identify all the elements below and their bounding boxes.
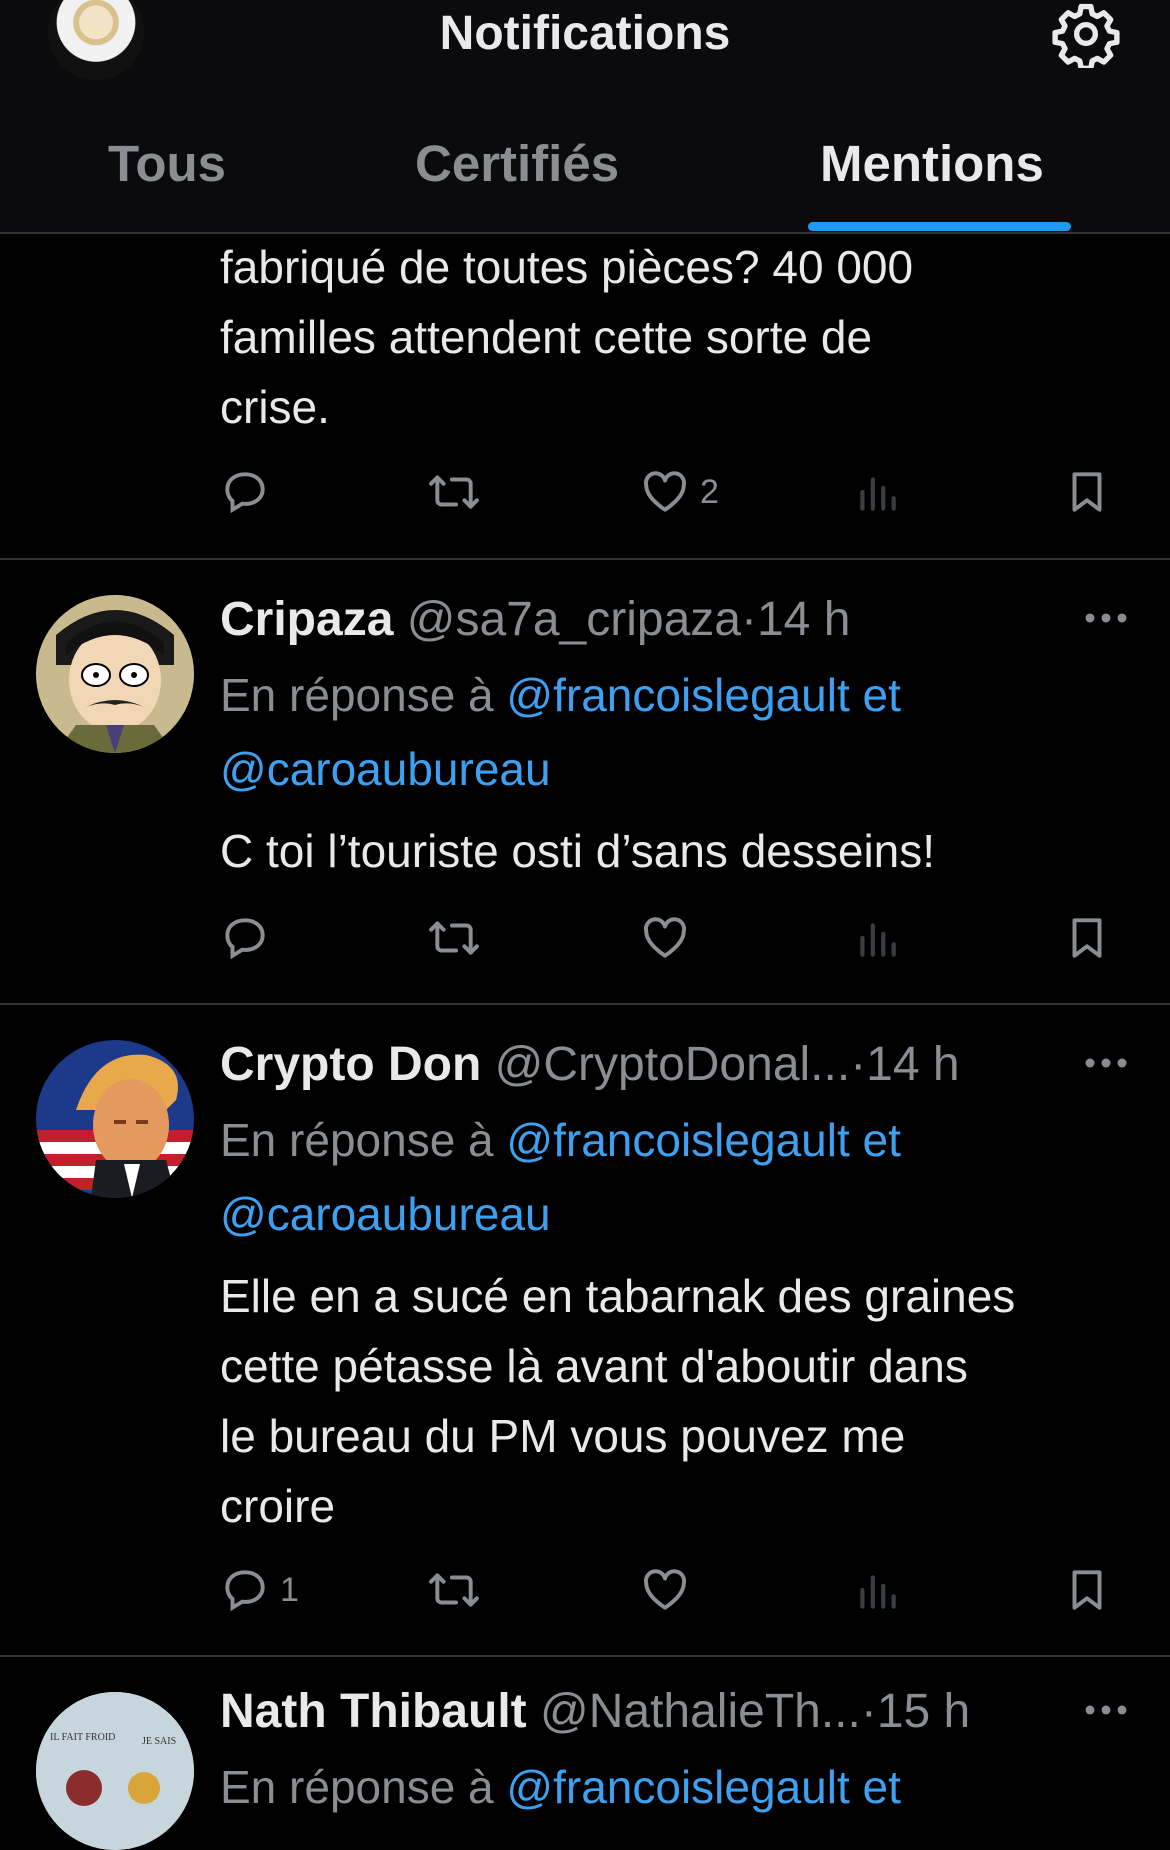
analytics-icon [860,1575,896,1609]
like-button[interactable]: 2 [640,462,719,522]
tweet-actions [220,908,1120,968]
bookmark-button[interactable] [1062,908,1112,968]
bookmark-button[interactable] [1062,1560,1112,1620]
handle[interactable]: @CryptoDonal... [495,1038,851,1091]
tweet-header: Nath Thibault @NathalieTh...·15 h [220,1685,971,1738]
analytics-icon [860,477,896,511]
avatar[interactable] [36,595,194,753]
avatar[interactable] [36,1040,194,1198]
svg-text:JE SAIS: JE SAIS [142,1736,176,1747]
views-button[interactable] [852,1560,902,1620]
tab-certifies[interactable]: Certifiés [415,134,619,193]
reply-context: En réponse à @francoislegault et [220,1761,901,1813]
retweet-button[interactable] [425,462,483,522]
more-options-icon[interactable] [1082,1053,1130,1073]
divider [0,1655,1170,1657]
tab-tous[interactable]: Tous [108,134,226,193]
bookmark-icon [1072,472,1102,512]
analytics-icon [860,923,896,957]
more-options-icon[interactable] [1082,608,1130,628]
views-button[interactable] [852,462,902,522]
divider [0,1003,1170,1005]
timestamp[interactable]: 14 h [757,593,850,646]
timestamp[interactable]: 15 h [877,1685,970,1738]
bookmark-icon [1072,918,1102,958]
reply-button[interactable] [220,908,270,968]
heart-icon [643,917,687,958]
timestamp[interactable]: 14 h [866,1038,959,1091]
tweet-text: C toi l’touriste osti d’sans desseins! [220,825,936,877]
page-title: Notifications [439,7,731,60]
cartoon-avatar-icon: IL FAIT FROID JE SAIS [36,1692,194,1850]
retweet-button[interactable] [425,1560,483,1620]
handle[interactable]: @sa7a_cripaza [407,593,741,646]
display-name[interactable]: Crypto Don [220,1038,481,1091]
reply-icon [225,918,265,960]
mention-link[interactable]: @caroaubureau [220,743,551,795]
tab-mentions[interactable]: Mentions [820,134,1044,193]
portrait-flag-icon [36,1040,194,1198]
divider [0,558,1170,560]
tweet-actions: 2 [220,462,1120,522]
retweet-icon [429,1573,479,1607]
display-name[interactable]: Cripaza [220,593,393,646]
reply-icon [225,1570,265,1612]
tweet-header: Cripaza @sa7a_cripaza·14 h [220,593,851,646]
mention-link[interactable]: @francoislegault et [506,669,900,721]
tweet-header: Crypto Don @CryptoDonal...·14 h [220,1038,960,1091]
cartoon-face-icon [36,595,194,753]
like-button[interactable] [640,908,690,968]
retweet-button[interactable] [425,908,483,968]
retweet-icon [429,475,479,509]
avatar[interactable]: IL FAIT FROID JE SAIS [36,1692,194,1850]
handle[interactable]: @NathalieTh... [540,1685,861,1738]
bookmark-button[interactable] [1062,462,1112,522]
retweet-icon [429,921,479,955]
reply-icon [225,472,265,514]
more-options-icon[interactable] [1082,1700,1130,1720]
gear-icon[interactable] [1052,0,1120,68]
views-button[interactable] [852,908,902,968]
like-button[interactable] [640,1560,690,1620]
like-count: 2 [700,472,719,511]
mention-link[interactable]: @caroaubureau [220,1188,551,1240]
bookmark-icon [1072,1570,1102,1610]
reply-button[interactable] [220,462,270,522]
active-tab-indicator [808,222,1071,231]
mention-link[interactable]: @francoislegault et [506,1114,900,1166]
heart-icon [643,1569,687,1610]
reply-count: 1 [280,1570,299,1609]
reply-button[interactable]: 1 [220,1560,299,1620]
tweet-text: fabriqué de toutes pièces? 40 000 famill… [220,241,914,433]
reply-context: En réponse à @francoislegault et @caroau… [220,669,901,795]
tweet-actions: 1 [220,1560,1120,1620]
top-bar: Notifications Tous Certifiés Mentions [0,0,1170,234]
display-name[interactable]: Nath Thibault [220,1685,527,1738]
heart-icon [643,471,687,512]
reply-context: En réponse à @francoislegault et @caroau… [220,1114,901,1240]
mention-link[interactable]: @francoislegault et [506,1761,900,1813]
tweet-text: Elle en a sucé en tabarnak des graines c… [220,1270,1016,1532]
svg-text:IL FAIT FROID: IL FAIT FROID [50,1732,115,1743]
